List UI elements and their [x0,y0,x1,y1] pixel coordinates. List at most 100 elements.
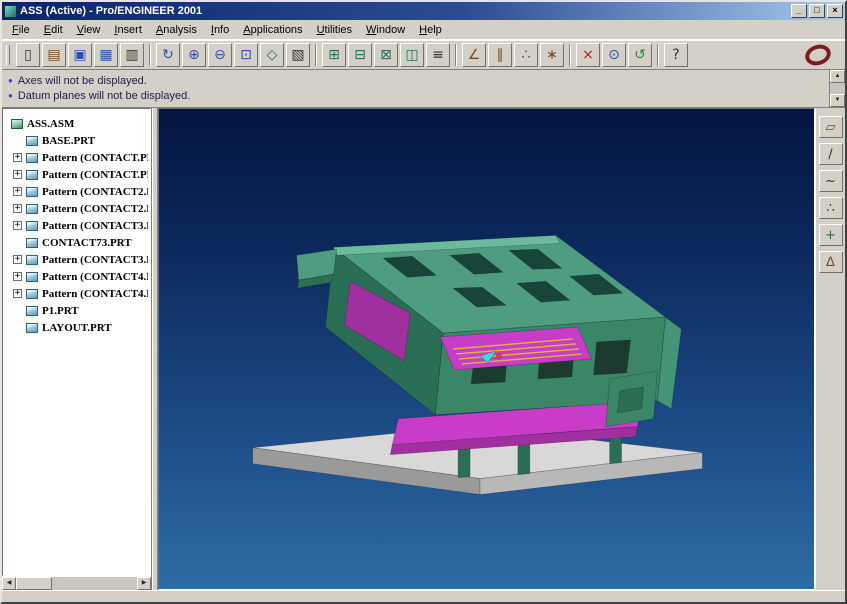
tree-item[interactable]: + Pattern (CONTACT.PRT [5,149,148,166]
menu-utilities[interactable]: Utilities [311,22,358,38]
scrollbar-thumb[interactable] [16,577,52,590]
expand-toggle[interactable]: + [13,153,22,162]
datum-curve-tool-button[interactable]: ~ [819,170,843,192]
orient-button[interactable]: ◇ [260,43,284,67]
tree-item[interactable]: + Pattern (CONTACT4.PR [5,268,148,285]
message-lines: ● Axes will not be displayed. ● Datum pl… [2,70,829,107]
tree-item[interactable]: LAYOUT.PRT [5,319,148,336]
window-title: ASS (Active) - Pro/ENGINEER 2001 [20,5,788,17]
model-viewport[interactable] [158,108,815,590]
menu-applications[interactable]: Applications [237,22,308,38]
zoom-out-button[interactable]: ⊖ [208,43,232,67]
expand-toggle[interactable]: + [13,289,22,298]
point-tag-icon: ∴ [522,48,531,62]
save-copy-button[interactable]: ▦ [94,43,118,67]
axis-tag-button[interactable]: ∥ [488,43,512,67]
expand-toggle[interactable]: + [13,204,22,213]
message-line: ● Axes will not be displayed. [8,73,823,88]
refit-button[interactable]: ⊡ [234,43,258,67]
tree-item[interactable]: CONTACT73.PRT [5,234,148,251]
datum-plane-tool-button[interactable]: ▱ [819,116,843,138]
expand-toggle[interactable]: + [13,272,22,281]
close-button[interactable]: × [827,4,843,18]
new-file-button[interactable]: ▯ [16,43,40,67]
tree-item[interactable]: BASE.PRT [5,132,148,149]
point-tag-button[interactable]: ∴ [514,43,538,67]
zoom-in-button[interactable]: ⊕ [182,43,206,67]
open-folder-icon: ▤ [47,48,60,62]
datum-planes-display-button[interactable]: ⊞ [322,43,346,67]
scroll-right-button[interactable]: ▶ [137,577,151,590]
datum-axes-display-button[interactable]: ⊟ [348,43,372,67]
scroll-left-button[interactable]: ◀ [2,577,16,590]
tree-item[interactable]: ASS.ASM [5,115,148,132]
expand-toggle[interactable]: + [13,221,22,230]
shell-front-opening [594,340,631,375]
datum-csys-tool-button[interactable]: + [819,224,843,246]
expand-toggle[interactable]: + [13,170,22,179]
context-help-button[interactable]: ? [664,43,688,67]
scroll-down-button[interactable]: ▼ [830,94,845,107]
menu-help[interactable]: Help [413,22,448,38]
spin-center-icon: ↺ [634,48,646,62]
menu-window[interactable]: Window [360,22,411,38]
tree-item[interactable]: P1.PRT [5,302,148,319]
menu-file[interactable]: File [6,22,36,38]
zoom-out-icon: ⊖ [214,48,226,62]
spin-center-button[interactable]: ↺ [628,43,652,67]
pattern-icon [26,204,38,214]
tree-item[interactable]: + Pattern (CONTACT3.PR [5,217,148,234]
csys-icon: ◫ [405,48,418,62]
pattern-icon [26,170,38,180]
menu-bar: File Edit View Insert Analysis Info Appl… [2,20,845,40]
datum-axis-tool-button[interactable]: ∕ [819,143,843,165]
tree-item[interactable]: + Pattern (CONTACT.PRT [5,166,148,183]
scrollbar-track[interactable] [830,83,845,94]
stop-button[interactable]: × [576,43,600,67]
maximize-button[interactable]: □ [809,4,825,18]
datum-points-display-button[interactable]: ⊠ [374,43,398,67]
datum-curve-tool-icon: ~ [825,175,836,188]
highlight-button[interactable]: ⊙ [602,43,626,67]
expand-toggle[interactable]: + [13,187,22,196]
saved-views-button[interactable]: ▧ [286,43,310,67]
menu-info[interactable]: Info [205,22,235,38]
scrollbar-track[interactable] [16,577,137,590]
main-toolbar: ▯ ▤ ▣ ▦ ▥ ↻ ⊕ ⊖ ⊡ ◇ ▧ ⊞ ⊟ ⊠ ◫ ≡ ∠ ∥ ∴ ∗ … [2,40,845,70]
orient-icon: ◇ [267,48,278,62]
menu-view[interactable]: View [71,22,107,38]
save-icon: ▣ [73,48,86,62]
scroll-up-button[interactable]: ▲ [830,70,845,83]
open-file-button[interactable]: ▤ [42,43,66,67]
toolbar-grip[interactable] [6,45,10,65]
layers-button[interactable]: ≡ [426,43,450,67]
menu-analysis[interactable]: Analysis [150,22,203,38]
shell-right-notch [618,387,644,413]
sketch-tool-button[interactable]: ∆ [819,251,843,273]
part-icon [26,323,38,333]
datum-point-marker [496,353,501,358]
proe-logo [803,41,834,68]
tree-item[interactable]: + Pattern (CONTACT2.PR [5,183,148,200]
save-button[interactable]: ▣ [68,43,92,67]
app-icon [4,5,17,18]
part-icon [26,238,38,248]
menu-insert[interactable]: Insert [108,22,148,38]
csys-display-button[interactable]: ◫ [400,43,424,67]
saved-views-icon: ▧ [291,48,304,62]
datum-axis-tool-icon: ∕ [828,148,832,161]
tree-item[interactable]: + Pattern (CONTACT3.PR [5,251,148,268]
datum-point-tool-button[interactable]: ∴ [819,197,843,219]
tree-item[interactable]: + Pattern (CONTACT2.PR [5,200,148,217]
minimize-button[interactable]: _ [791,4,807,18]
csys-tag-button[interactable]: ∗ [540,43,564,67]
plane-tag-button[interactable]: ∠ [462,43,486,67]
message-bullet-icon: ● [8,91,13,100]
print-button[interactable]: ▥ [120,43,144,67]
menu-edit[interactable]: Edit [38,22,69,38]
message-scrollbar: ▲ ▼ [829,70,845,107]
repaint-button[interactable]: ↻ [156,43,180,67]
model-tree-panel: ASS.ASM BASE.PRT + Pattern (CONTACT.PRT … [2,108,152,590]
expand-toggle[interactable]: + [13,255,22,264]
tree-item[interactable]: + Pattern (CONTACT4.PR [5,285,148,302]
